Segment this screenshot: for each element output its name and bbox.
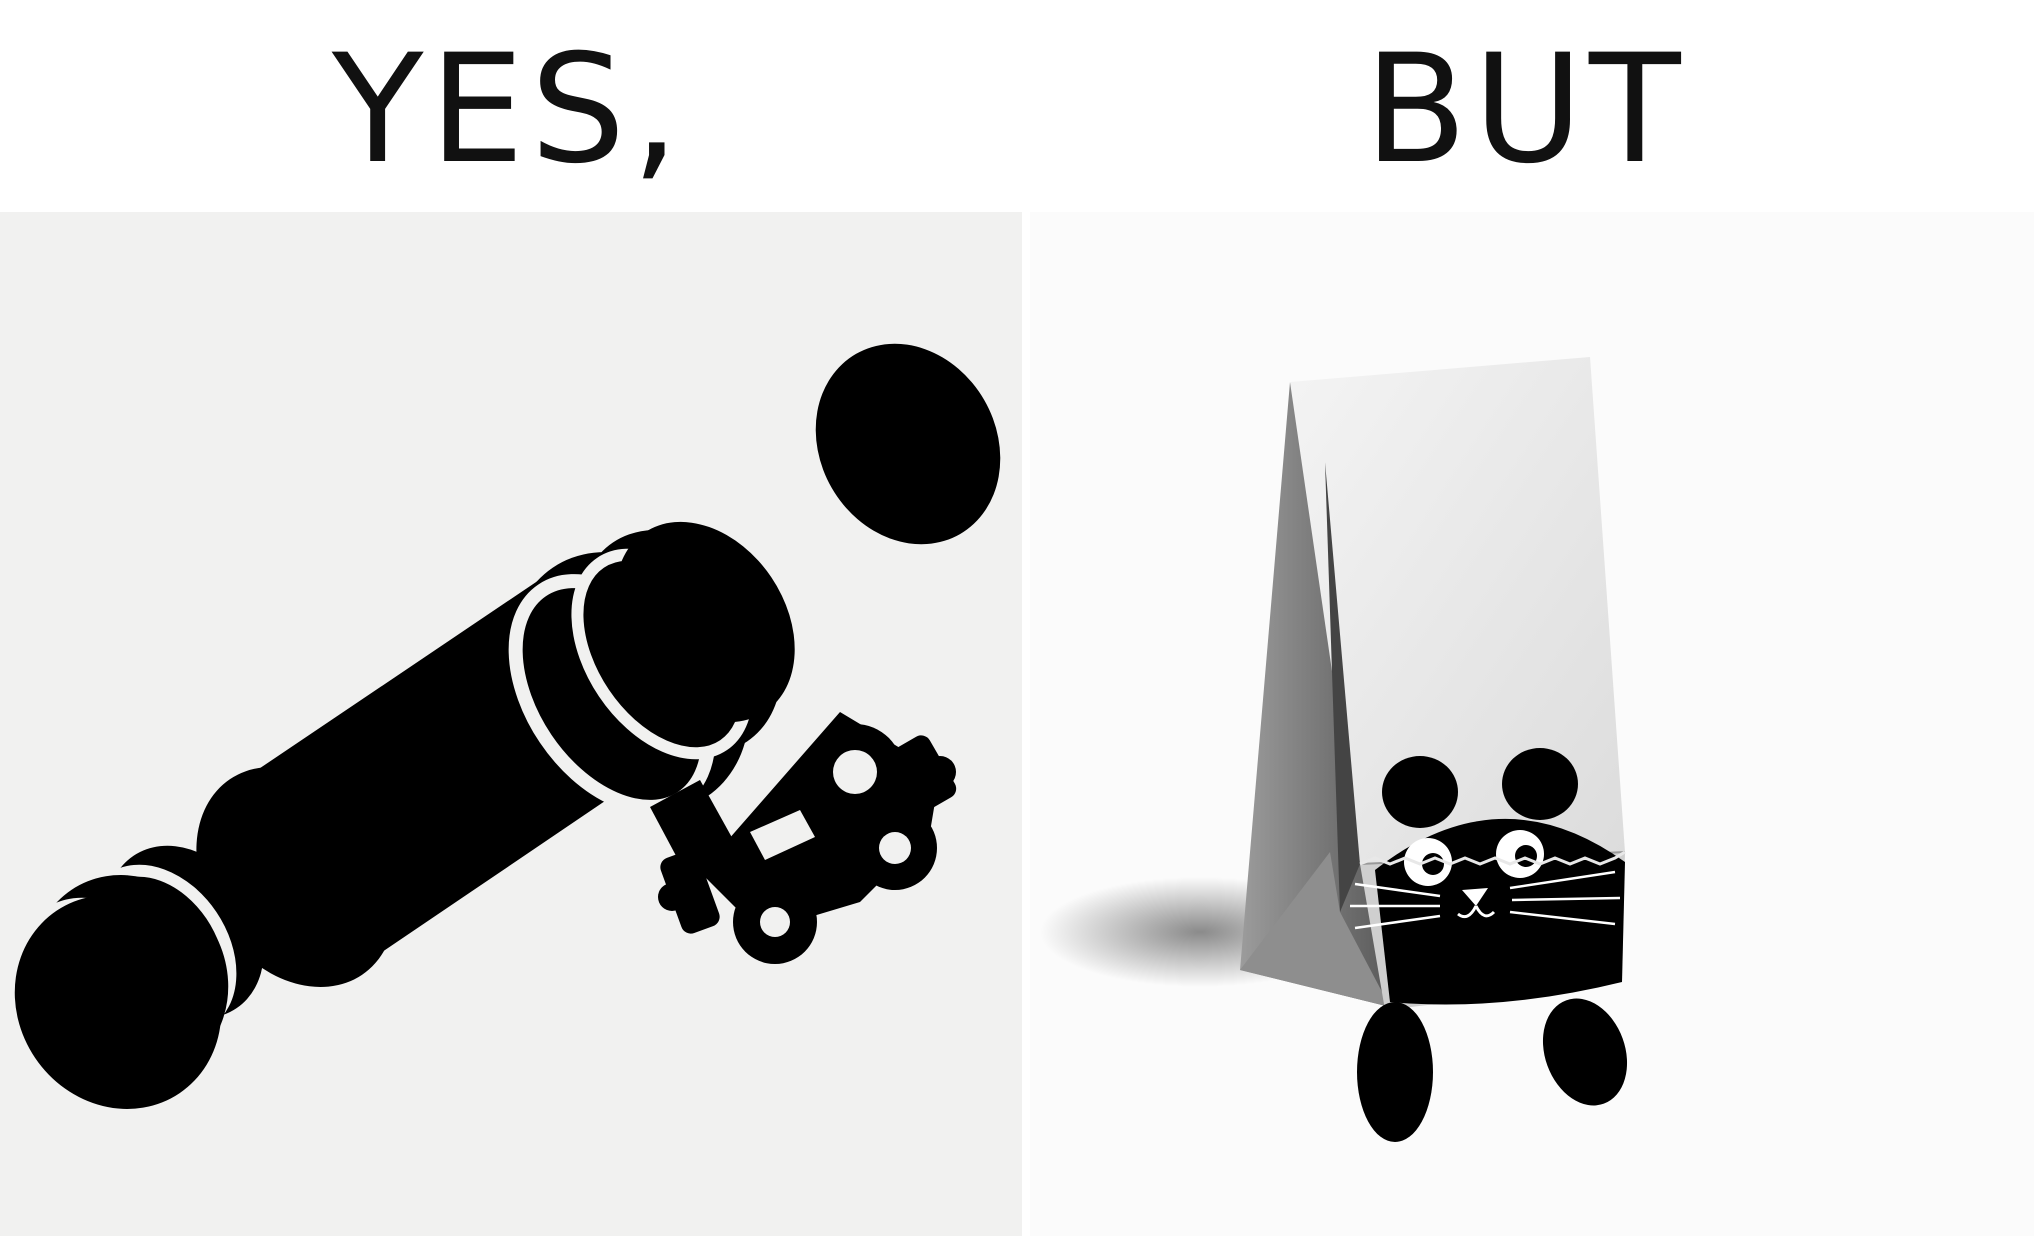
lens-cap-icon [815,343,1001,545]
panel-but [1030,212,2034,1236]
panel-yes [0,212,1022,1236]
caption-but: BUT [1364,23,1687,197]
panel-yes-illustration [14,343,1001,1109]
caption-yes: YES, [331,23,686,197]
panel-but-illustration [1040,357,1628,1142]
